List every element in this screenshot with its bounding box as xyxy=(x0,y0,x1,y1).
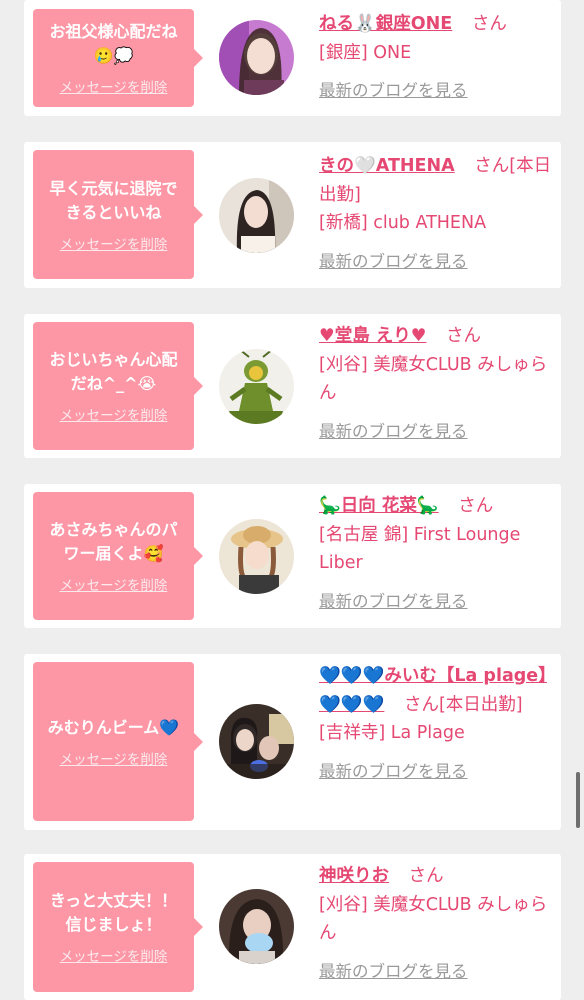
message-bubble: あさみちゃんのパ ワー届くよ🥰 メッセージを削除 xyxy=(33,492,203,620)
sender-info: 神咲りお さん [刈谷] 美魔女CLUB みしゅらん 最新のブログを見る xyxy=(319,862,555,986)
sender-info: 💙💙💙みいむ【La plage】💙💙💙 さん[本日出勤] [吉祥寺] La Pl… xyxy=(319,662,555,786)
latest-blog-link[interactable]: 最新のブログを見る xyxy=(319,588,555,617)
girl-photo-avatar-icon xyxy=(219,178,294,253)
message-card: あさみちゃんのパ ワー届くよ🥰 メッセージを削除 🦕日向 花菜🦕 さん [名古屋… xyxy=(24,484,561,628)
sender-name-link[interactable]: 🦕日向 花菜🦕 xyxy=(319,496,439,516)
message-text: お祖父様心配だね 🥲💭 xyxy=(49,22,178,65)
girl-photo-avatar-icon xyxy=(219,20,294,95)
message-card: 早く元気に退院で きるといいね メッセージを削除 きの🤍ATHENA さん[本日… xyxy=(24,142,561,288)
two-girls-avatar-icon xyxy=(219,704,294,779)
shop-name: [名古屋 錦] First Lounge Liber xyxy=(319,524,521,574)
honorific: さん xyxy=(471,14,507,34)
delete-message-link[interactable]: メッセージを削除 xyxy=(60,748,168,768)
delete-message-link[interactable]: メッセージを削除 xyxy=(60,945,168,965)
sender-name-link[interactable]: きの🤍ATHENA xyxy=(319,156,455,176)
honorific: さん[本日出勤] xyxy=(403,694,523,715)
sender-avatar[interactable] xyxy=(219,889,294,964)
delete-message-link[interactable]: メッセージを削除 xyxy=(60,233,168,253)
honorific: さん xyxy=(458,496,494,516)
message-bubble: おじいちゃん心配 だね^_^😭 メッセージを削除 xyxy=(33,322,203,450)
latest-blog-link[interactable]: 最新のブログを見る xyxy=(319,77,555,106)
latest-blog-link[interactable]: 最新のブログを見る xyxy=(319,758,555,787)
girl-blurred-avatar-icon xyxy=(219,889,294,964)
message-text: あさみちゃんのパ ワー届くよ🥰 xyxy=(49,520,178,563)
girl-with-hat-avatar-icon xyxy=(219,519,294,594)
sender-avatar[interactable] xyxy=(219,704,294,779)
message-card: おじいちゃん心配 だね^_^😭 メッセージを削除 ♥堂島 えり♥ さん [刈谷]… xyxy=(24,314,561,458)
message-bubble: 早く元気に退院で きるといいね メッセージを削除 xyxy=(33,150,203,279)
sender-info: きの🤍ATHENA さん[本日出勤] [新橋] club ATHENA 最新のブ… xyxy=(319,152,555,276)
latest-blog-link[interactable]: 最新のブログを見る xyxy=(319,418,555,447)
sender-name-link[interactable]: ♥堂島 えり♥ xyxy=(319,326,426,346)
message-text: きっと大丈夫！！ 信じましょ！ xyxy=(49,891,178,934)
message-bubble: きっと大丈夫！！ 信じましょ！ メッセージを削除 xyxy=(33,862,203,992)
sender-avatar[interactable] xyxy=(219,519,294,594)
latest-blog-link[interactable]: 最新のブログを見る xyxy=(319,248,555,277)
message-text: みむりんビーム💙 xyxy=(47,717,180,737)
message-card: きっと大丈夫！！ 信じましょ！ メッセージを削除 神咲りお さん [刈谷] 美魔… xyxy=(24,854,561,1000)
sender-avatar[interactable] xyxy=(219,178,294,253)
sender-avatar[interactable] xyxy=(219,349,294,424)
mantis-figure-avatar-icon xyxy=(219,349,294,424)
delete-message-link[interactable]: メッセージを削除 xyxy=(60,76,168,96)
shop-name: [銀座] ONE xyxy=(319,42,412,63)
sender-name-link[interactable]: ねる🐰銀座ONE xyxy=(319,14,452,34)
shop-name: [新橋] club ATHENA xyxy=(319,213,487,233)
sender-info: 🦕日向 花菜🦕 さん [名古屋 錦] First Lounge Liber 最新… xyxy=(319,492,555,616)
delete-message-link[interactable]: メッセージを削除 xyxy=(60,574,168,594)
message-bubble: お祖父様心配だね 🥲💭 メッセージを削除 xyxy=(33,9,203,107)
sender-info: ♥堂島 えり♥ さん [刈谷] 美魔女CLUB みしゅらん 最新のブログを見る xyxy=(319,322,555,446)
message-text: おじいちゃん心配 だね^_^😭 xyxy=(49,350,178,393)
message-bubble: みむりんビーム💙 メッセージを削除 xyxy=(33,662,203,821)
vertical-scrollbar[interactable] xyxy=(576,772,580,828)
honorific: さん xyxy=(408,866,444,886)
latest-blog-link[interactable]: 最新のブログを見る xyxy=(319,958,555,987)
shop-name: [吉祥寺] La Plage xyxy=(319,723,465,743)
honorific: さん xyxy=(446,326,482,346)
shop-name: [刈谷] 美魔女CLUB みしゅらん xyxy=(319,354,548,404)
shop-name: [刈谷] 美魔女CLUB みしゅらん xyxy=(319,894,548,944)
delete-message-link[interactable]: メッセージを削除 xyxy=(60,404,168,424)
message-card: お祖父様心配だね 🥲💭 メッセージを削除 ねる🐰銀座ONE さん [銀座] ON… xyxy=(24,0,561,116)
sender-avatar[interactable] xyxy=(219,20,294,95)
message-card: みむりんビーム💙 メッセージを削除 💙💙💙みいむ【La plage】💙💙💙 さん… xyxy=(24,654,561,830)
sender-name-link[interactable]: 神咲りお xyxy=(319,866,389,886)
sender-info: ねる🐰銀座ONE さん [銀座] ONE 最新のブログを見る xyxy=(319,10,555,106)
message-text: 早く元気に退院で きるといいね xyxy=(49,178,178,222)
